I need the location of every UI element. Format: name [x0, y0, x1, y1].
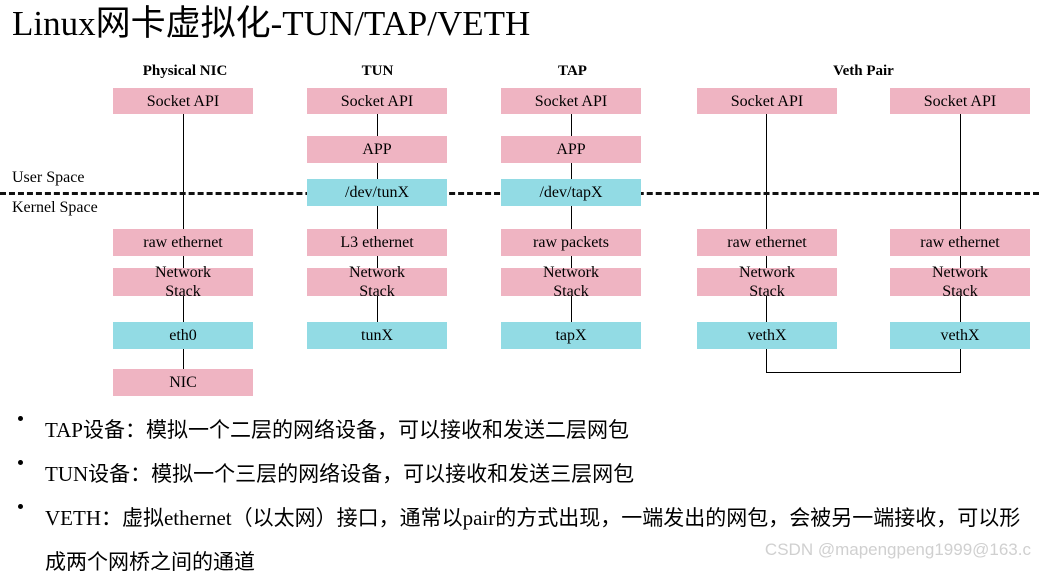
box-network-stack: Network Stack	[501, 264, 641, 300]
box-socket-api: Socket API	[113, 88, 253, 114]
box-network-stack: Network Stack	[307, 264, 447, 300]
bullet-dot-icon	[18, 460, 23, 465]
bullet-text: TAP设备：模拟一个二层的网络设备，可以接收和发送二层网包	[45, 418, 629, 442]
box-socket-api: Socket API	[501, 88, 641, 114]
column-header-tun: TUN	[361, 63, 394, 79]
page-title: Linux网卡虚拟化-TUN/TAP/VETH	[12, 4, 531, 43]
box-raw-packets: raw packets	[501, 229, 641, 256]
box-tapx: tapX	[501, 322, 641, 349]
box-raw-ethernet: raw ethernet	[697, 229, 837, 256]
box-network-stack: Network Stack	[697, 264, 837, 300]
bullet-dot-icon	[18, 416, 23, 421]
connector-veth-pair-link	[766, 372, 961, 373]
box-network-stack: Network Stack	[890, 264, 1030, 300]
box-socket-api: Socket API	[307, 88, 447, 114]
bullet-dot-icon	[18, 504, 23, 509]
box-app: APP	[307, 136, 447, 163]
kernel-space-label: Kernel Space	[12, 199, 98, 216]
list-item: TAP设备：模拟一个二层的网络设备，可以接收和发送二层网包	[0, 408, 1039, 452]
box-tunx: tunX	[307, 322, 447, 349]
box-app: APP	[501, 136, 641, 163]
box-eth0: eth0	[113, 322, 253, 349]
box-socket-api: Socket API	[890, 88, 1030, 114]
box-nic: NIC	[113, 369, 253, 396]
box-dev-tunx: /dev/tunX	[307, 179, 447, 206]
box-socket-api: Socket API	[697, 88, 837, 114]
bullet-text: TUN设备：模拟一个三层的网络设备，可以接收和发送三层网包	[45, 462, 635, 486]
column-header-tap: TAP	[558, 63, 587, 79]
watermark: CSDN @mapengpeng1999@163.c	[764, 540, 1031, 559]
column-header-veth-pair: Veth Pair	[833, 63, 894, 79]
box-raw-ethernet: raw ethernet	[113, 229, 253, 256]
box-network-stack: Network Stack	[113, 264, 253, 300]
list-item: TUN设备：模拟一个三层的网络设备，可以接收和发送三层网包	[0, 452, 1039, 496]
user-space-label: User Space	[12, 169, 85, 186]
box-raw-ethernet: raw ethernet	[890, 229, 1030, 256]
box-vethx: vethX	[890, 322, 1030, 349]
box-dev-tapx: /dev/tapX	[501, 179, 641, 206]
column-header-physical-nic: Physical NIC	[142, 63, 228, 79]
slide-canvas: Linux网卡虚拟化-TUN/TAP/VETH Physical NIC TUN…	[0, 0, 1039, 575]
box-l3-ethernet: L3 ethernet	[307, 229, 447, 256]
box-vethx: vethX	[697, 322, 837, 349]
